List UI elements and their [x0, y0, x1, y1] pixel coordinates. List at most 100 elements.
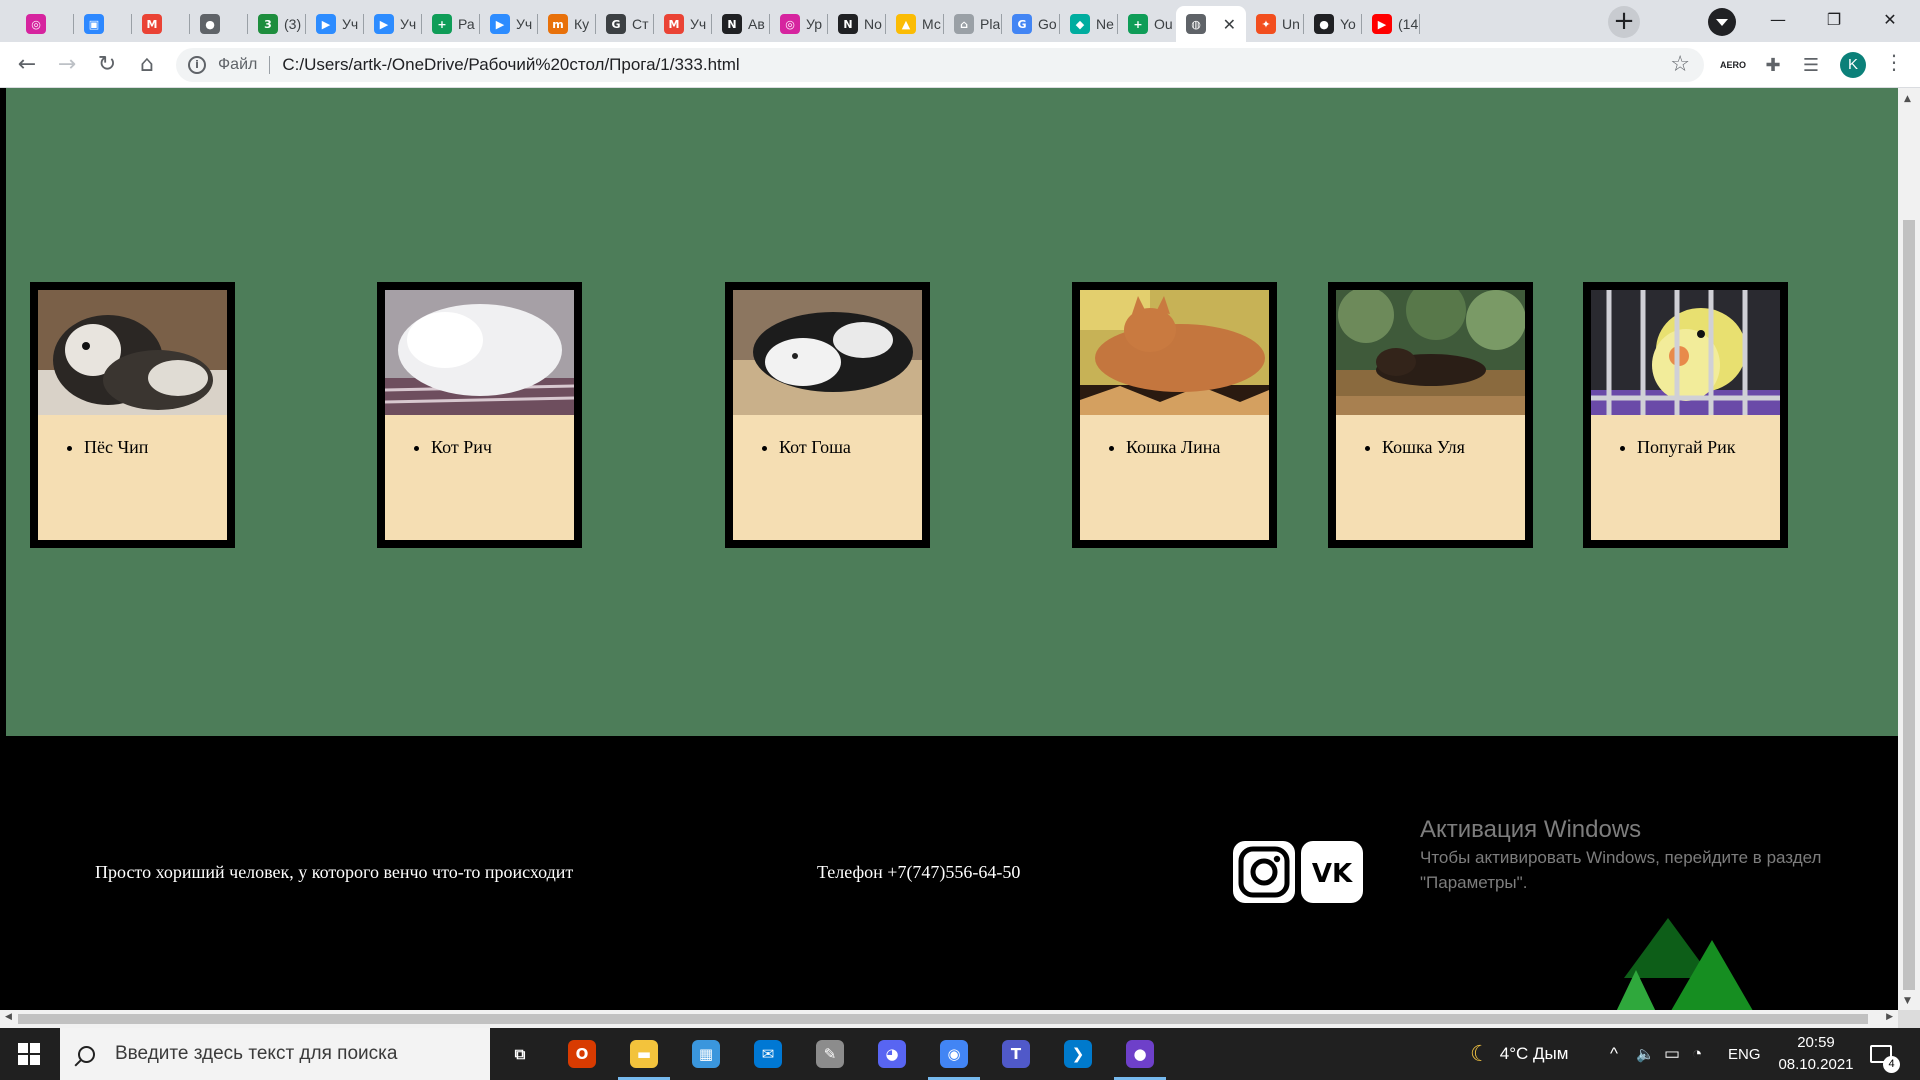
pet-card: Попугай Рик [1583, 282, 1788, 548]
tray-overflow-chevron[interactable]: ^ [1610, 1028, 1618, 1080]
taskbar-search-box[interactable]: Введите здесь текст для поиска [60, 1028, 490, 1080]
pet-name: Кошка Уля [1382, 437, 1525, 458]
browser-tab[interactable]: m Ку [538, 6, 596, 42]
close-tab-icon[interactable]: ✕ [1223, 15, 1236, 34]
pet-name-list: Кот Гоша [779, 437, 922, 458]
browser-tab[interactable]: ⌂ Pla [944, 6, 1002, 42]
new-tab-button[interactable]: + [1608, 6, 1640, 38]
task-view-icon[interactable]: ⧉ [502, 1036, 538, 1072]
browser-tab[interactable]: ▶ (14 [1362, 6, 1420, 42]
vertical-scroll-thumb[interactable] [1903, 220, 1915, 990]
store-icon-glyph: ▦ [692, 1040, 720, 1068]
browser-tab[interactable]: ▣ [74, 6, 132, 42]
browser-tab-title: Уч [400, 16, 417, 32]
globe-icon: ◍ [1186, 14, 1206, 34]
browser-tab[interactable]: ◆ Ne [1060, 6, 1118, 42]
github-desktop-icon[interactable]: ● [1122, 1036, 1158, 1072]
scroll-left-arrow-icon[interactable]: ◀ [5, 1012, 12, 1022]
browser-tab-title: Pla [980, 16, 1001, 32]
url-text[interactable]: C:/Users/artk-/OneDrive/Рабочий%20стол/П… [282, 55, 739, 75]
browser-tab[interactable]: M Уч [654, 6, 712, 42]
horizontal-scrollbar[interactable]: ◀ ▶ [0, 1010, 1898, 1028]
browser-tab[interactable]: N No [828, 6, 886, 42]
browser-tab-title: Ст [632, 16, 649, 32]
bookmark-star-icon[interactable]: ☆ [1670, 52, 1690, 77]
battery-icon[interactable]: ▭ [1664, 1028, 1680, 1080]
extensions-puzzle-icon[interactable]: ✚ [1760, 52, 1786, 78]
browser-tab-title: Мс [922, 16, 941, 32]
search-icon [78, 1045, 95, 1063]
scroll-right-arrow-icon[interactable]: ▶ [1886, 1012, 1893, 1022]
chrome-icon[interactable]: ◉ [936, 1036, 972, 1072]
weather-text: 4°C Дым [1499, 1044, 1569, 1063]
browser-tab[interactable]: G Ст [596, 6, 654, 42]
browser-tab[interactable]: ▶ Уч [364, 6, 422, 42]
back-button[interactable]: ← [12, 50, 42, 80]
browser-tab[interactable]: ✦ Un [1246, 6, 1304, 42]
vertical-scrollbar[interactable]: ▲ ▼ [1898, 88, 1920, 1010]
address-bar[interactable]: i Файл C:/Users/artk-/OneDrive/Рабочий%2… [176, 48, 1704, 82]
browser-menu-icon[interactable]: ⋮ [1884, 50, 1904, 74]
scrollbar-corner [1898, 1010, 1920, 1028]
footer-phone[interactable]: Телефон +7(747)556-64-50 [817, 862, 1020, 883]
browser-tab[interactable]: G Go [1002, 6, 1060, 42]
gmail-icon: M [142, 14, 162, 34]
store-icon[interactable]: ▦ [688, 1036, 724, 1072]
pet-caption-box: Кот Гоша [733, 415, 922, 540]
tab-search-button[interactable] [1708, 8, 1736, 36]
browser-tab[interactable]: ● [190, 6, 248, 42]
mail-icon[interactable]: ✉ [750, 1036, 786, 1072]
browser-tab[interactable]: ◎ Ур [770, 6, 828, 42]
browser-tab-title: Ав [748, 16, 765, 32]
volume-icon[interactable]: 🔈 [1636, 1028, 1655, 1080]
scroll-down-arrow-icon[interactable]: ▼ [1904, 996, 1911, 1006]
counter-icon: 3 [258, 14, 278, 34]
scroll-up-arrow-icon[interactable]: ▲ [1904, 94, 1911, 104]
paint-icon[interactable]: ✎ [812, 1036, 848, 1072]
browser-tab[interactable]: N Ав [712, 6, 770, 42]
notification-center-button[interactable]: 4 [1870, 1028, 1900, 1080]
weather-widget[interactable]: ☾ 4°C Дым [1470, 1028, 1568, 1080]
browser-tab[interactable]: + Ра [422, 6, 480, 42]
aero-extension-label: AERO [1719, 60, 1746, 70]
browser-tab[interactable]: ◎ [16, 6, 74, 42]
pet-photo-tuxedo-cat [733, 290, 922, 415]
close-window-button[interactable]: ✕ [1862, 0, 1918, 42]
discord-icon[interactable]: ◕ [874, 1036, 910, 1072]
taskbar-clock[interactable]: 20:59 08.10.2021 [1766, 1032, 1866, 1076]
instagram-icon[interactable] [1232, 840, 1296, 904]
start-button[interactable] [18, 1043, 40, 1065]
browser-tab-active[interactable]: ◍ ✕ [1176, 6, 1246, 42]
minimize-button[interactable]: — [1750, 0, 1806, 42]
browser-tab[interactable]: 3 (3) [248, 6, 306, 42]
bank-icon: ⌂ [954, 14, 974, 34]
pet-photo-dark-cat [1336, 290, 1525, 415]
profile-avatar[interactable]: K [1840, 52, 1866, 78]
horizontal-scroll-thumb[interactable] [18, 1014, 1868, 1024]
browser-tab[interactable]: ▲ Мс [886, 6, 944, 42]
home-button[interactable]: ⌂ [132, 50, 162, 80]
vscode-icon[interactable]: ❯ [1060, 1036, 1096, 1072]
teams-icon[interactable]: T [998, 1036, 1034, 1072]
omnibox-divider [269, 56, 271, 74]
browser-tab[interactable]: + Ou [1118, 6, 1176, 42]
site-info-icon[interactable]: i [188, 56, 206, 74]
wifi-icon[interactable]: ◔ [1692, 1028, 1702, 1080]
file-explorer-icon[interactable]: ▬ [626, 1036, 662, 1072]
browser-tab[interactable]: ▶ Уч [306, 6, 364, 42]
forward-button[interactable]: → [52, 50, 82, 80]
browser-tab[interactable]: M [132, 6, 190, 42]
maximize-button[interactable]: ❐ [1806, 0, 1862, 42]
pet-photo-white-cat [385, 290, 574, 415]
vk-icon[interactable]: VK [1300, 840, 1364, 904]
gmail-icon: M [664, 14, 684, 34]
input-language[interactable]: ENG [1728, 1028, 1761, 1080]
browser-tab[interactable]: ● Yo [1304, 6, 1362, 42]
office-icon[interactable]: O [564, 1036, 600, 1072]
reload-button[interactable]: ↻ [92, 50, 122, 80]
media-queue-icon[interactable]: ☰ [1798, 52, 1824, 78]
aero-extension-icon[interactable]: AERO [1718, 52, 1748, 78]
pet-name-list: Кот Рич [431, 437, 574, 458]
browser-tab[interactable]: ▶ Уч [480, 6, 538, 42]
browser-tab-title: Ou [1154, 16, 1173, 32]
